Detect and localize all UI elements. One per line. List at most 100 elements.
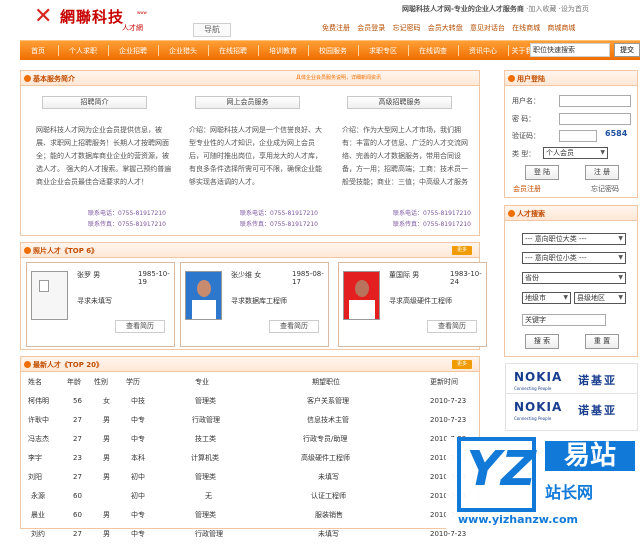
talent-card[interactable]: 张少维 女 1985-08-17 寻求数据库工程师 查看简历 [180, 262, 329, 347]
service-headline[interactable]: 具体企业会员服务说明，详细新闻资讯 [296, 74, 381, 81]
intro-column-3: 介绍：作为大型网上人才市场，我们拥有：丰富的人才信息、广泛的人才交流网络、完善的… [342, 126, 468, 186]
shirt-icon [349, 300, 375, 319]
talent-education: 中技 [131, 397, 145, 405]
latest-more-button[interactable]: 更多 [452, 360, 472, 369]
talent-gender: 男 [103, 416, 110, 424]
table-row[interactable]: 刘约 27 男 中专 行政管理 未填写 2010-7-23 [28, 525, 480, 544]
talent-card[interactable]: 董国际 男 1983-10-24 寻求高级硬件工程师 查看简历 [338, 262, 487, 347]
talent-major: 管理类 [195, 397, 216, 405]
talent-major: 无 [205, 492, 212, 500]
table-row[interactable]: 许耿中 27 男 中专 行政管理 信息技术主管 2010-7-23 [28, 411, 480, 430]
talent-desired-job: 服装销售 [315, 511, 343, 519]
talent-education: 中专 [131, 435, 145, 443]
view-resume-button[interactable]: 查看简历 [269, 320, 319, 333]
slogan-links[interactable]: ·加入收藏 ·设为首页 [526, 5, 589, 13]
table-row[interactable]: 晨业 60 男 中专 管理类 服装销售 2010-7-23 [28, 506, 480, 525]
province-select[interactable]: 省份 [522, 272, 626, 284]
talent-name[interactable]: 许耿中 [28, 411, 49, 430]
nav-survey[interactable]: 在线调查 [414, 45, 452, 58]
table-row[interactable]: 刘阳 27 男 初中 管理类 未填写 2010-7-23 [28, 468, 480, 487]
talent-desired-job: 认证工程师 [311, 492, 346, 500]
nokia-ad-2[interactable]: NOKIA Connecting People 诺基亚 [505, 393, 638, 431]
table-row[interactable]: 李宇 23 男 本科 计算机类 高级硬件工程师 2010-7-23 [28, 449, 480, 468]
nav-recruitment[interactable]: 企业招聘 [114, 45, 152, 58]
reset-button[interactable]: 重 置 [585, 334, 619, 349]
site-header: ✕ 網聯科技 www 人才網 导航 网聪科技人才网-专业的企业人才服务商 ·加入… [0, 0, 640, 38]
quick-link-feedback[interactable]: 意见对话台 [470, 23, 505, 33]
talent-name[interactable]: 刘约 [31, 525, 45, 544]
login-button[interactable]: 登 陆 [525, 165, 559, 180]
job-category-select[interactable]: --- 意向职位大类 --- [522, 233, 626, 245]
orange-bullet-icon [24, 247, 31, 254]
talent-birthdate: 1985-08-17 [292, 270, 324, 286]
talent-name[interactable]: 永源 [31, 487, 45, 506]
table-row[interactable]: 冯志杰 27 男 中专 技工类 行政专员/助理 2010-7-23 [28, 430, 480, 449]
featured-more-button[interactable]: 更多 [452, 246, 472, 255]
recruitment-intro-button[interactable]: 招聘简介 [42, 96, 147, 109]
online-member-service-button[interactable]: 网上会员服务 [195, 96, 300, 109]
contact-fax: 联系传真：0755-81917210 [88, 221, 166, 228]
search-button[interactable]: 搜 索 [525, 334, 559, 349]
view-resume-button[interactable]: 查看简历 [115, 320, 165, 333]
register-button[interactable]: 注 册 [585, 165, 619, 180]
talent-age: 60 [73, 492, 82, 500]
quick-search-input[interactable]: 职位快速搜索 [530, 43, 610, 57]
quick-link-login[interactable]: 会员登录 [357, 23, 385, 33]
talent-name[interactable]: 李宇 [28, 449, 42, 468]
nav-news[interactable]: 资讯中心 [464, 45, 502, 58]
quick-link-shop[interactable]: 在线商城 [512, 23, 540, 33]
talent-major: 行政管理 [195, 530, 223, 538]
talent-card[interactable]: 张罗 男 1985-10-19 寻求未填写 查看简历 [26, 262, 175, 347]
nav-training[interactable]: 培训教育 [264, 45, 302, 58]
nokia-tagline: Connecting People [514, 386, 552, 391]
member-register-link[interactable]: 会员注册 [513, 184, 541, 194]
nokia-chinese-name: 诺基亚 [578, 374, 617, 387]
job-subcategory-select[interactable]: --- 意向职位小类 --- [522, 252, 626, 264]
captcha-image[interactable]: 6584 [605, 129, 627, 138]
username-input[interactable] [559, 95, 631, 107]
nav-campus[interactable]: 校园服务 [314, 45, 352, 58]
talent-name[interactable]: 刘阳 [28, 468, 42, 487]
view-resume-button[interactable]: 查看简历 [427, 320, 477, 333]
table-header: 姓名 年龄 性别 学历 专业 期望职位 更新时间 [28, 373, 480, 392]
nav-home[interactable]: 首页 [26, 45, 50, 58]
watermark-logo: YZ [460, 441, 542, 497]
talent-major: 行政管理 [192, 416, 220, 424]
member-type-select[interactable]: 个人会员 [543, 147, 608, 159]
nav-online-recruitment[interactable]: 在线招聘 [214, 45, 252, 58]
quick-link-wheel[interactable]: 会员大转盘 [428, 23, 463, 33]
nav-headhunter[interactable]: 企业猎头 [164, 45, 202, 58]
captcha-input[interactable] [559, 130, 597, 142]
talent-name[interactable]: 晨业 [31, 506, 45, 525]
talent-job: 寻求高级硬件工程师 [389, 297, 452, 305]
logo-mark-icon: ✕ [34, 4, 53, 29]
talent-name[interactable]: 冯志杰 [28, 430, 49, 449]
person-photo [185, 271, 222, 320]
keyword-input[interactable]: 关键字 [522, 314, 606, 326]
county-select[interactable]: 县级地区 [574, 292, 626, 304]
city-select[interactable]: 地级市 [522, 292, 571, 304]
talent-age: 27 [73, 416, 82, 424]
orange-bullet-icon [24, 75, 31, 82]
password-input[interactable] [559, 113, 631, 125]
panel-header: 最新人才《TOP 20》 更多 [21, 357, 479, 372]
quick-link-mall[interactable]: 商城商城 [547, 23, 575, 33]
navigation-tag[interactable]: 导航 [193, 23, 231, 37]
nav-separator [458, 45, 459, 56]
featured-talents-title: 照片人才《TOP 6》 [33, 247, 99, 255]
talent-name[interactable]: 柯伟明 [28, 392, 49, 411]
service-intro-title: 基本服务简介 [33, 75, 75, 83]
quick-link-register[interactable]: 免费注册 [322, 23, 350, 33]
nav-job-zone[interactable]: 求职专区 [364, 45, 402, 58]
site-logo[interactable]: ✕ 網聯科技 www 人才網 [34, 4, 147, 34]
advanced-recruitment-button[interactable]: 高级招聘服务 [347, 96, 452, 109]
user-login-title: 用户登陆 [517, 75, 545, 83]
table-row[interactable]: 柯伟明 56 女 中技 管理类 客户关系管理 2010-7-23 [28, 392, 480, 411]
quick-search-button[interactable]: 提交 [614, 43, 640, 57]
nav-job-seeking[interactable]: 个人求职 [64, 45, 102, 58]
forgot-password-link[interactable]: 忘记密码 [591, 184, 619, 194]
quick-link-forgot[interactable]: 忘记密码 [392, 23, 420, 33]
talent-desired-job: 客户关系管理 [307, 397, 349, 405]
shirt-icon [192, 300, 216, 319]
table-row[interactable]: 永源 60 初中 无 认证工程师 2010-7-23 [28, 487, 480, 506]
